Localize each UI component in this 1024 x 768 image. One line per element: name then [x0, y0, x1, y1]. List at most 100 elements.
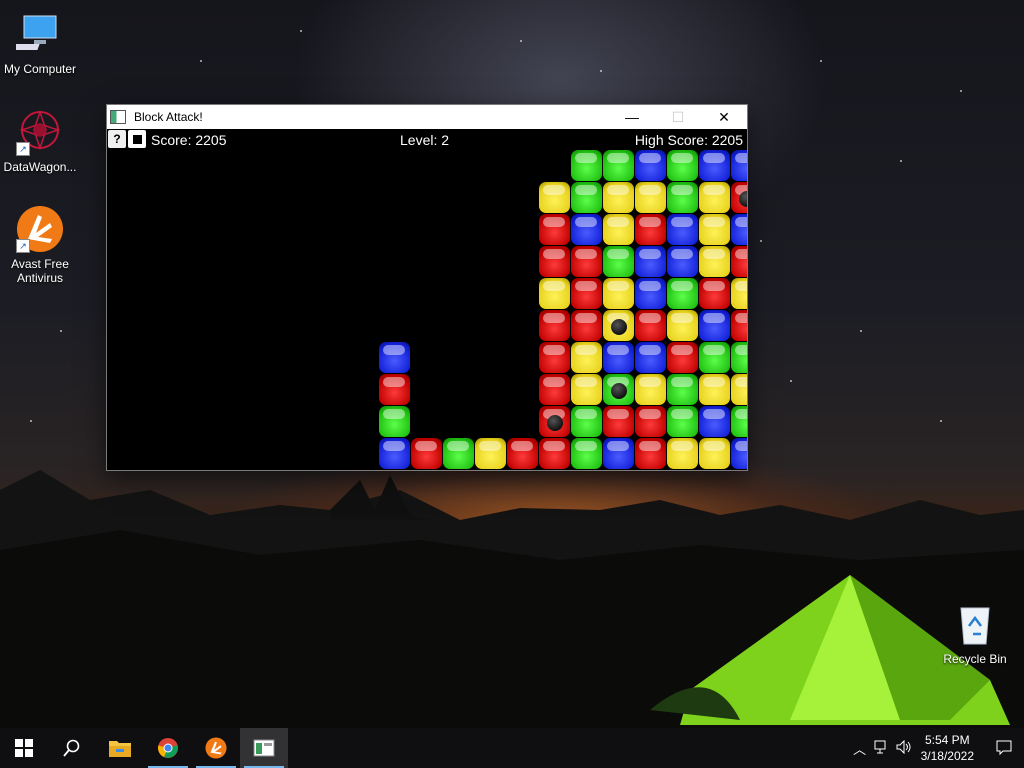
block-red[interactable] — [571, 310, 602, 341]
block-red[interactable] — [635, 438, 666, 469]
block-green[interactable] — [603, 374, 634, 405]
block-yellow[interactable] — [667, 310, 698, 341]
block-yellow[interactable] — [603, 278, 634, 309]
close-button[interactable]: ✕ — [701, 105, 747, 129]
block-blue[interactable] — [699, 406, 730, 437]
block-green[interactable] — [571, 406, 602, 437]
block-yellow[interactable] — [603, 310, 634, 341]
block-attack-window[interactable]: Block Attack! — ☐ ✕ ? Score: 2205 Level:… — [107, 105, 747, 470]
block-red[interactable] — [539, 214, 570, 245]
network-icon[interactable] — [871, 740, 893, 757]
block-blue[interactable] — [635, 342, 666, 373]
taskbar-block-attack[interactable] — [240, 728, 288, 768]
block-yellow[interactable] — [667, 438, 698, 469]
block-red[interactable] — [731, 182, 747, 213]
block-blue[interactable] — [571, 214, 602, 245]
block-yellow[interactable] — [635, 374, 666, 405]
block-red[interactable] — [539, 374, 570, 405]
stop-button[interactable] — [128, 130, 146, 148]
block-red[interactable] — [539, 406, 570, 437]
block-blue[interactable] — [635, 246, 666, 277]
block-red[interactable] — [731, 246, 747, 277]
block-board[interactable] — [107, 129, 747, 470]
block-red[interactable] — [635, 310, 666, 341]
block-blue[interactable] — [667, 246, 698, 277]
block-red[interactable] — [571, 278, 602, 309]
start-button[interactable] — [0, 728, 48, 768]
block-blue[interactable] — [731, 438, 747, 469]
block-red[interactable] — [635, 406, 666, 437]
block-yellow[interactable] — [539, 278, 570, 309]
chevron-up-icon[interactable]: ︿ — [849, 739, 871, 758]
block-green[interactable] — [667, 150, 698, 181]
block-yellow[interactable] — [603, 182, 634, 213]
minimize-button[interactable]: — — [609, 105, 655, 129]
block-green[interactable] — [699, 342, 730, 373]
block-yellow[interactable] — [539, 182, 570, 213]
block-yellow[interactable] — [699, 374, 730, 405]
block-yellow[interactable] — [571, 374, 602, 405]
block-red[interactable] — [635, 214, 666, 245]
block-green[interactable] — [443, 438, 474, 469]
block-green[interactable] — [603, 150, 634, 181]
game-area[interactable]: ? Score: 2205 Level: 2 High Score: 2205 — [107, 129, 747, 470]
block-green[interactable] — [667, 182, 698, 213]
block-green[interactable] — [571, 150, 602, 181]
search-button[interactable] — [48, 728, 96, 768]
block-yellow[interactable] — [475, 438, 506, 469]
block-blue[interactable] — [699, 150, 730, 181]
desktop-icon-avast[interactable]: ↗ Avast Free Antivirus — [0, 205, 80, 285]
block-blue[interactable] — [731, 150, 747, 181]
block-blue[interactable] — [603, 342, 634, 373]
block-yellow[interactable] — [603, 214, 634, 245]
block-red[interactable] — [539, 342, 570, 373]
block-red[interactable] — [699, 278, 730, 309]
block-red[interactable] — [379, 374, 410, 405]
desktop-icon-datawagon[interactable]: ↗ DataWagon... — [0, 108, 80, 174]
block-green[interactable] — [731, 342, 747, 373]
block-yellow[interactable] — [731, 374, 747, 405]
block-blue[interactable] — [731, 214, 747, 245]
block-green[interactable] — [667, 406, 698, 437]
taskbar-chrome[interactable] — [144, 728, 192, 768]
block-green[interactable] — [379, 406, 410, 437]
block-red[interactable] — [507, 438, 538, 469]
help-button[interactable]: ? — [108, 130, 126, 148]
notification-center-button[interactable] — [984, 728, 1024, 768]
desktop-icon-my-computer[interactable]: My Computer — [0, 10, 80, 76]
block-red[interactable] — [539, 438, 570, 469]
block-green[interactable] — [667, 374, 698, 405]
block-yellow[interactable] — [731, 278, 747, 309]
block-blue[interactable] — [635, 150, 666, 181]
block-blue[interactable] — [379, 342, 410, 373]
block-blue[interactable] — [379, 438, 410, 469]
block-green[interactable] — [731, 406, 747, 437]
block-blue[interactable] — [699, 310, 730, 341]
block-red[interactable] — [603, 406, 634, 437]
block-yellow[interactable] — [699, 438, 730, 469]
block-red[interactable] — [539, 310, 570, 341]
block-yellow[interactable] — [571, 342, 602, 373]
block-red[interactable] — [731, 310, 747, 341]
block-blue[interactable] — [603, 438, 634, 469]
block-blue[interactable] — [635, 278, 666, 309]
block-green[interactable] — [571, 182, 602, 213]
volume-icon[interactable] — [893, 739, 915, 757]
block-green[interactable] — [571, 438, 602, 469]
block-red[interactable] — [411, 438, 442, 469]
block-green[interactable] — [667, 278, 698, 309]
block-red[interactable] — [667, 342, 698, 373]
taskbar-file-explorer[interactable] — [96, 728, 144, 768]
taskbar-clock[interactable]: 5:54 PM 3/18/2022 — [921, 732, 974, 764]
window-titlebar[interactable]: Block Attack! — ☐ ✕ — [107, 105, 747, 129]
taskbar-avast[interactable] — [192, 728, 240, 768]
block-red[interactable] — [571, 246, 602, 277]
block-red[interactable] — [539, 246, 570, 277]
block-yellow[interactable] — [699, 214, 730, 245]
block-green[interactable] — [603, 246, 634, 277]
block-yellow[interactable] — [699, 182, 730, 213]
desktop-icon-recycle-bin[interactable]: Recycle Bin — [935, 600, 1015, 666]
block-yellow[interactable] — [635, 182, 666, 213]
block-yellow[interactable] — [699, 246, 730, 277]
block-blue[interactable] — [667, 214, 698, 245]
